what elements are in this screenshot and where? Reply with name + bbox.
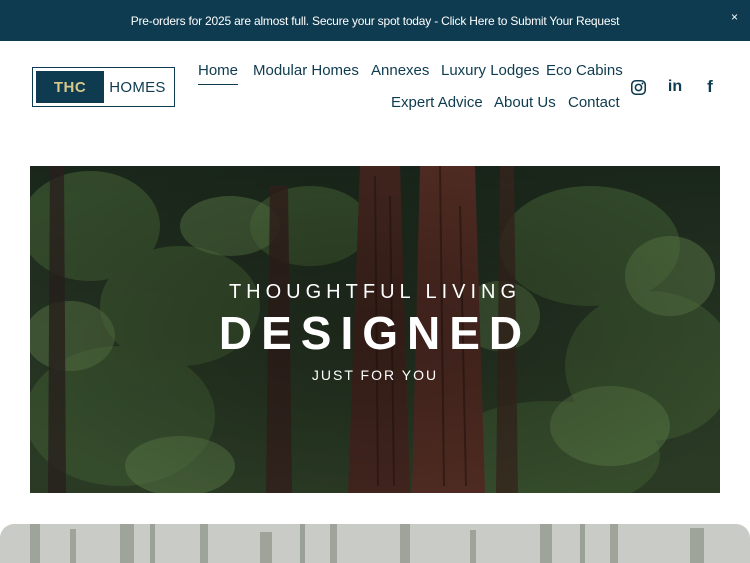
nav-eco-cabins[interactable]: Eco Cabins [546,62,623,79]
linkedin-icon[interactable]: in [665,77,685,97]
next-section-image [0,524,750,563]
announcement-bar: Pre-orders for 2025 are almost full. Sec… [0,0,750,41]
nav-expert-advice[interactable]: Expert Advice [391,94,483,111]
close-icon[interactable]: × [731,10,738,24]
hero-text: THOUGHTFUL LIVING DESIGNED JUST FOR YOU [30,166,720,493]
announcement-link[interactable]: Pre-orders for 2025 are almost full. Sec… [131,14,620,28]
hero-subtitle: JUST FOR YOU [311,367,439,383]
nav-modular-homes[interactable]: Modular Homes [253,62,359,79]
nav-home[interactable]: Home [198,62,239,85]
site-logo[interactable]: THC HOMES [32,67,175,107]
logo-mark: THC [36,71,104,103]
hero-title: DESIGNED [218,307,532,359]
instagram-icon[interactable] [628,77,648,97]
facebook-glyph: f [707,77,713,96]
facebook-icon[interactable]: f [700,77,720,97]
site-header: THC HOMES Home Modular Homes Annexes Lux… [0,41,750,137]
logo-wordmark: HOMES [109,78,166,96]
nav-luxury-lodges[interactable]: Luxury Lodges [441,62,539,79]
linkedin-glyph: in [667,78,683,95]
hero-eyebrow: THOUGHTFUL LIVING [228,281,522,303]
nav-about-us[interactable]: About Us [494,94,556,111]
hero-banner: THOUGHTFUL LIVING DESIGNED JUST FOR YOU [30,166,720,493]
nav-contact[interactable]: Contact [568,94,620,111]
nav-annexes[interactable]: Annexes [371,62,429,79]
